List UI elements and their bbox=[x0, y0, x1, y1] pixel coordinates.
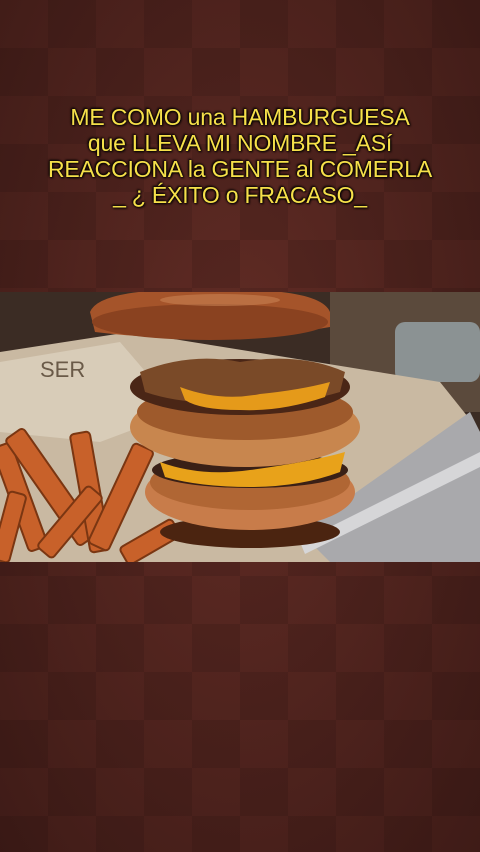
video-frame[interactable]: SER bbox=[0, 292, 480, 562]
title-line-2: que LLEVA MI NOMBRE _ASí bbox=[87, 130, 393, 156]
svg-text:SER: SER bbox=[40, 357, 85, 382]
video-title: ME COMO una HAMBURGUESA que LLEVA MI NOM… bbox=[0, 104, 480, 208]
title-line-3: REACCIONA la GENTE al COMERLA bbox=[47, 156, 432, 182]
burger-photo: SER bbox=[0, 292, 480, 562]
title-line-4: _ ¿ ÉXITO o FRACASO_ bbox=[113, 182, 367, 208]
title-line-1: ME COMO una HAMBURGUESA bbox=[70, 104, 410, 130]
